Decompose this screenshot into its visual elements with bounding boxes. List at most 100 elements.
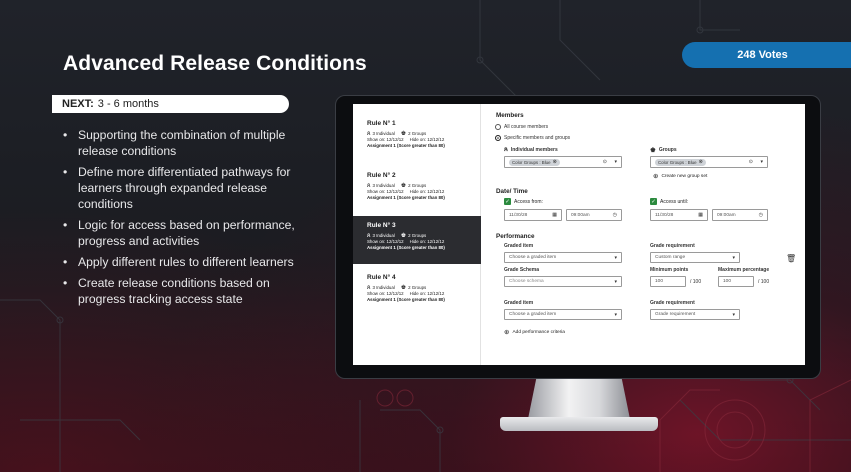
feature-item: Logic for access based on performance, p… <box>63 217 298 249</box>
graded-item-placeholder: Choose a graded item <box>509 255 557 260</box>
chevron-down-icon: ▾ <box>732 311 735 318</box>
slide: Advanced Release Conditions 248 Votes NE… <box>0 0 851 472</box>
chip-label: Color Groups : Blue <box>658 159 697 165</box>
rule-assignment: Assignment 1 (Score greater than 80) <box>367 195 445 200</box>
rule-card-4[interactable]: Rule N° 4 ጸ 3 Individual ♚ 2 Groups Show… <box>353 268 481 316</box>
graded-item-select[interactable]: Choose a graded item ▾ <box>504 252 622 263</box>
minimum-points-total: / 100 <box>690 279 702 285</box>
radio-label: All course members <box>504 124 549 130</box>
chip-remove-icon[interactable]: ⊗ <box>553 159 557 165</box>
radio-selected-icon <box>495 135 501 141</box>
rule-form: Members All course members Specific memb… <box>490 104 805 365</box>
add-performance-criteria-link[interactable]: ⊕ Add performance criteria <box>504 328 565 336</box>
time-until-value: 09:00am <box>717 212 736 218</box>
access-from-label: Access from: <box>514 198 543 205</box>
group-chip: Color Groups : Blue ⊗ <box>655 158 706 166</box>
time-until-input[interactable]: 09:00am ◷ <box>712 209 768 221</box>
member-chip: Color Groups : Blue ⊗ <box>509 158 560 166</box>
maximum-percentage-total: / 100 <box>758 279 770 285</box>
rule-title: Rule N° 1 <box>367 120 396 127</box>
groups-label: ♚ Groups <box>650 146 677 154</box>
radio-label: Specific members and groups <box>504 135 571 141</box>
rule-assignment: Assignment 1 (Score greater than 80) <box>367 245 445 250</box>
minimum-points-value: 100 <box>655 279 664 284</box>
chevron-down-icon[interactable]: ▾ <box>614 159 617 165</box>
clock-icon[interactable]: ◷ <box>759 212 763 218</box>
rule-card-3[interactable]: Rule N° 3 ጸ 3 Individual ♚ 2 Groups Show… <box>353 216 481 264</box>
chevron-down-icon: ▾ <box>614 254 617 261</box>
feature-item: Supporting the combination of multiple r… <box>63 127 298 159</box>
time-from-input[interactable]: 09:00am ◷ <box>566 209 622 221</box>
clear-icon[interactable]: ⊙ <box>749 159 753 165</box>
create-group-set-link[interactable]: ⊕ Create new group set <box>653 172 707 180</box>
access-until-checkbox[interactable]: ✓ Access until: <box>650 198 688 205</box>
trash-icon[interactable]: 🗑 <box>786 254 796 263</box>
clear-icon[interactable]: ⊙ <box>603 159 607 165</box>
chevron-down-icon: ▾ <box>614 278 617 285</box>
grade-requirement-value: Custom range <box>655 255 686 260</box>
minimum-points-label: Minimum points <box>650 267 689 273</box>
next-timeline-bar: NEXT: 3 - 6 months <box>52 95 289 113</box>
add-performance-criteria-label: Add performance criteria <box>512 329 565 335</box>
maximum-percentage-input[interactable]: 100 <box>718 276 754 287</box>
maximum-percentage-label: Maximum percentage <box>718 267 770 273</box>
access-from-checkbox[interactable]: ✓ Access from: <box>504 198 543 205</box>
rule-card-1[interactable]: Rule N° 1 ጸ 3 Individual ♚ 2 Groups Show… <box>353 114 481 162</box>
rule-assignment: Assignment 1 (Score greater than 80) <box>367 297 445 302</box>
clock-icon[interactable]: ◷ <box>613 212 617 218</box>
rule-card-2[interactable]: Rule N° 2 ጸ 3 Individual ♚ 2 Groups Show… <box>353 166 481 214</box>
grade-schema-select[interactable]: Choose schema ▾ <box>504 276 622 287</box>
rule-title: Rule N° 2 <box>367 172 396 179</box>
individual-members-select[interactable]: Color Groups : Blue ⊗ ⊙ ▾ <box>504 156 622 168</box>
maximum-percentage-value: 100 <box>723 279 732 284</box>
chip-label: Color Groups : Blue <box>512 159 551 165</box>
chevron-down-icon: ▾ <box>732 254 735 261</box>
check-icon: ✓ <box>650 198 657 205</box>
calendar-icon[interactable]: ▦ <box>552 212 557 218</box>
votes-badge: 248 Votes <box>682 42 851 68</box>
graded-item-2-select[interactable]: Choose a graded item ▾ <box>504 309 622 320</box>
grade-requirement-label: Grade requirement <box>650 243 695 249</box>
add-circle-icon: ⊕ <box>653 173 659 180</box>
feature-item: Apply different rules to different learn… <box>63 254 298 270</box>
groups-select[interactable]: Color Groups : Blue ⊗ ⊙ ▾ <box>650 156 768 168</box>
create-group-set-label: Create new group set <box>661 173 708 179</box>
next-range: 3 - 6 months <box>97 98 159 110</box>
date-until-value: 11/30/28 <box>655 212 674 218</box>
grade-requirement-2-select[interactable]: Grade requirement ▾ <box>650 309 740 320</box>
time-from-value: 09:00am <box>571 212 590 218</box>
group-icon: ♚ <box>650 147 656 154</box>
individual-members-label: ጸ Individual members <box>504 146 558 154</box>
feature-item: Define more differentiated pathways for … <box>63 164 298 212</box>
grade-requirement-2-placeholder: Grade requirement <box>655 312 696 317</box>
minimum-points-input[interactable]: 100 <box>650 276 686 287</box>
radio-specific-members[interactable]: Specific members and groups <box>495 135 570 141</box>
monitor-base <box>500 417 658 431</box>
performance-heading: Performance <box>496 233 535 240</box>
grade-requirement-2-label: Grade requirement <box>650 300 695 306</box>
members-heading: Members <box>496 112 524 119</box>
rule-title: Rule N° 3 <box>367 222 396 229</box>
grade-schema-label: Grade Schema <box>504 267 540 273</box>
chip-remove-icon[interactable]: ⊗ <box>699 159 703 165</box>
graded-item-2-label: Graded item <box>504 300 534 306</box>
grade-requirement-select[interactable]: Custom range ▾ <box>650 252 740 263</box>
date-from-input[interactable]: 11/30/28 ▦ <box>504 209 562 221</box>
chevron-down-icon[interactable]: ▾ <box>760 159 763 165</box>
calendar-icon[interactable]: ▦ <box>698 212 703 218</box>
radio-all-members[interactable]: All course members <box>495 124 548 130</box>
monitor-stand <box>528 379 630 419</box>
access-until-label: Access until: <box>660 198 689 205</box>
slide-title: Advanced Release Conditions <box>63 52 367 75</box>
monitor-screen: Rule N° 1 ጸ 3 Individual ♚ 2 Groups Show… <box>353 104 805 365</box>
date-until-input[interactable]: 11/30/28 ▦ <box>650 209 708 221</box>
rule-title: Rule N° 4 <box>367 274 396 281</box>
groups-text: Groups <box>658 147 677 153</box>
graded-item-label: Graded item <box>504 243 534 249</box>
rules-list: Rule N° 1 ጸ 3 Individual ♚ 2 Groups Show… <box>353 104 481 365</box>
chevron-down-icon: ▾ <box>614 311 617 318</box>
datetime-heading: Date/ Time <box>496 188 528 195</box>
radio-icon <box>495 124 501 130</box>
feature-item: Create release conditions based on progr… <box>63 275 298 307</box>
individual-members-text: Individual members <box>510 147 558 153</box>
